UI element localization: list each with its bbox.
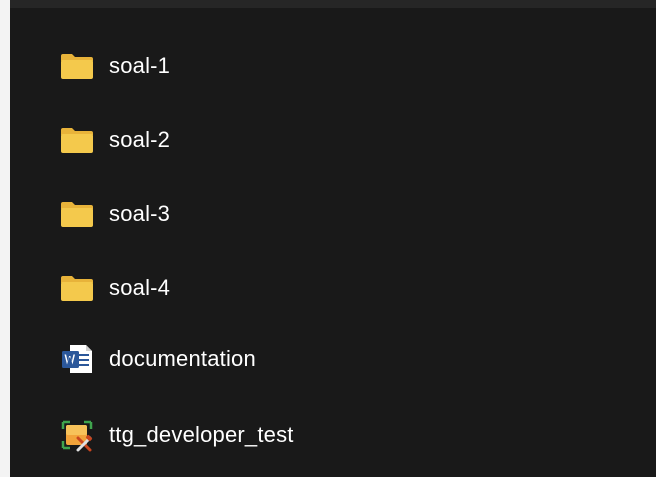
project-file-icon	[60, 418, 94, 452]
file-item-documentation[interactable]: documentation	[60, 335, 256, 383]
file-item-soal-2[interactable]: soal-2	[60, 116, 170, 164]
file-name: soal-1	[109, 53, 171, 78]
file-name: soal-2	[109, 127, 171, 152]
explorer-window: soal-1 soal-2 soal-3 soal-4 documentatio…	[0, 0, 656, 477]
file-name: soal-3	[109, 201, 171, 226]
top-border	[0, 0, 656, 8]
left-border	[0, 0, 10, 477]
file-name: soal-4	[109, 275, 171, 300]
file-item-ttg-developer-test[interactable]: ttg_developer_test	[60, 411, 294, 459]
file-item-soal-1[interactable]: soal-1	[60, 42, 170, 90]
file-list: soal-1 soal-2 soal-3 soal-4 documentatio…	[10, 8, 656, 477]
folder-icon	[60, 123, 94, 157]
file-item-soal-4[interactable]: soal-4	[60, 264, 170, 312]
folder-icon	[60, 271, 94, 305]
folder-icon	[60, 197, 94, 231]
file-name: documentation	[109, 346, 256, 371]
folder-icon	[60, 49, 94, 83]
file-item-soal-3[interactable]: soal-3	[60, 190, 170, 238]
file-name: ttg_developer_test	[109, 422, 294, 447]
word-document-icon	[60, 342, 94, 376]
